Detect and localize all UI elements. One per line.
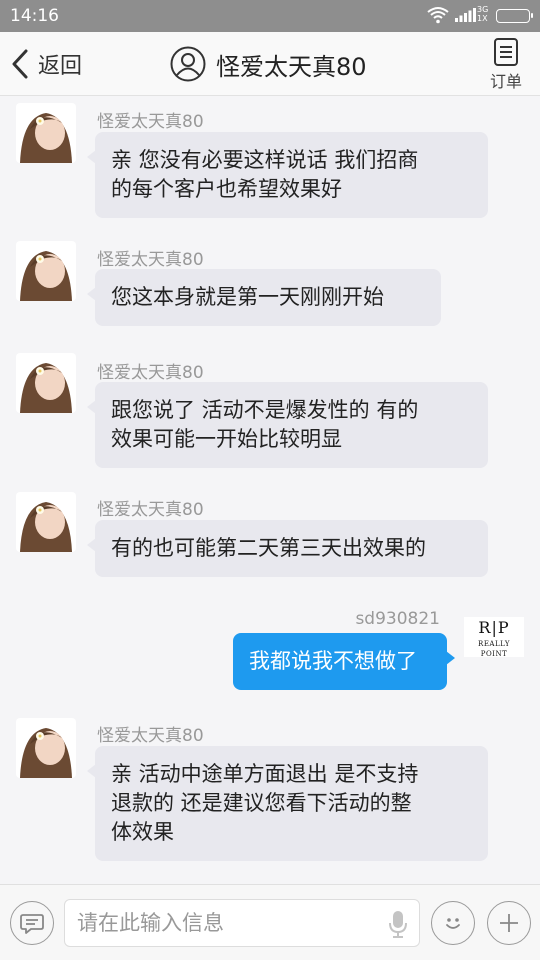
message-text: 我都说我不想做了 [249,649,417,673]
avatar-girl-icon [16,718,76,778]
message-bubble[interactable]: 我都说我不想做了 [233,633,455,690]
message-input-box[interactable] [64,899,420,947]
avatar-girl-icon [16,492,76,552]
sender-name: 怪爱太天真80 [97,726,204,746]
avatar[interactable] [16,718,76,778]
message-text: 效果可能一开始比较明显 [111,427,342,451]
avatar[interactable] [16,103,76,163]
sender-name: 怪爱太天真80 [97,112,204,132]
chat-title[interactable]: 怪爱太天真80 [170,44,367,84]
message-text: 退款的 还是建议您看下活动的整 [111,791,412,815]
wifi-icon [427,7,449,24]
network-type: 3G 1X [477,5,489,23]
message-text: 体效果 [111,820,174,844]
message-bubble[interactable]: 有的也可能第二天第三天出效果的 [87,520,488,577]
chevron-left-icon [12,49,28,79]
back-label: 返回 [38,54,83,79]
emoji-button[interactable] [431,901,475,945]
avatar[interactable] [16,353,76,413]
chat-bubble-icon [20,914,44,934]
status-time: 14:16 [10,6,59,26]
message-bubble[interactable]: 亲 您没有必要这样说话 我们招商 的每个客户也希望效果好 [87,132,488,218]
user-profile-icon [170,46,206,82]
avatar-girl-icon [16,241,76,301]
order-list-icon [494,38,518,66]
signal-icon [455,8,476,22]
message-text: 您这本身就是第一天刚刚开始 [111,285,384,309]
smiley-icon [446,918,460,929]
more-options-button[interactable] [487,901,531,945]
status-bar: 14:16 3G 1X [0,0,540,32]
plus-icon [500,914,518,932]
avatar-girl-icon [16,353,76,413]
message-list[interactable]: 怪爱太天真80 亲 您没有必要这样说话 我们招商 的每个客户也希望效果好 怪爱太… [0,97,540,884]
message-input[interactable] [77,909,367,937]
watermark-logo: R|P REALLY POINT [464,617,524,658]
avatar[interactable] [16,492,76,552]
message-text: 亲 您没有必要这样说话 我们招商 [111,148,419,172]
message-text: 亲 活动中途单方面退出 是不支持 [111,762,419,786]
sender-name: sd930821 [355,609,440,629]
microphone-icon[interactable] [387,909,409,939]
avatar[interactable] [16,241,76,301]
message-bubble[interactable]: 您这本身就是第一天刚刚开始 [87,269,441,326]
message-text: 跟您说了 活动不是爆发性的 有的 [111,398,419,422]
order-button[interactable]: 订单 [486,38,526,92]
avatar-girl-icon [16,103,76,163]
message-text: 有的也可能第二天第三天出效果的 [111,536,426,560]
page-title: 怪爱太天真80 [216,52,367,81]
message-text: 的每个客户也希望效果好 [111,177,342,201]
message-bubble[interactable]: 亲 活动中途单方面退出 是不支持 退款的 还是建议您看下活动的整 体效果 [87,746,488,861]
order-label: 订单 [489,72,522,91]
sender-name: 怪爱太天真80 [97,363,204,383]
battery-icon [496,9,533,23]
chat-header: 返回 怪爱太天真80 订单 [0,32,540,96]
message-bubble[interactable]: 跟您说了 活动不是爆发性的 有的 效果可能一开始比较明显 [87,382,488,468]
input-bar [0,884,540,960]
quick-reply-button[interactable] [10,901,54,945]
sender-name: 怪爱太天真80 [97,250,204,270]
back-button[interactable]: 返回 [10,44,82,84]
sender-name: 怪爱太天真80 [97,500,204,520]
